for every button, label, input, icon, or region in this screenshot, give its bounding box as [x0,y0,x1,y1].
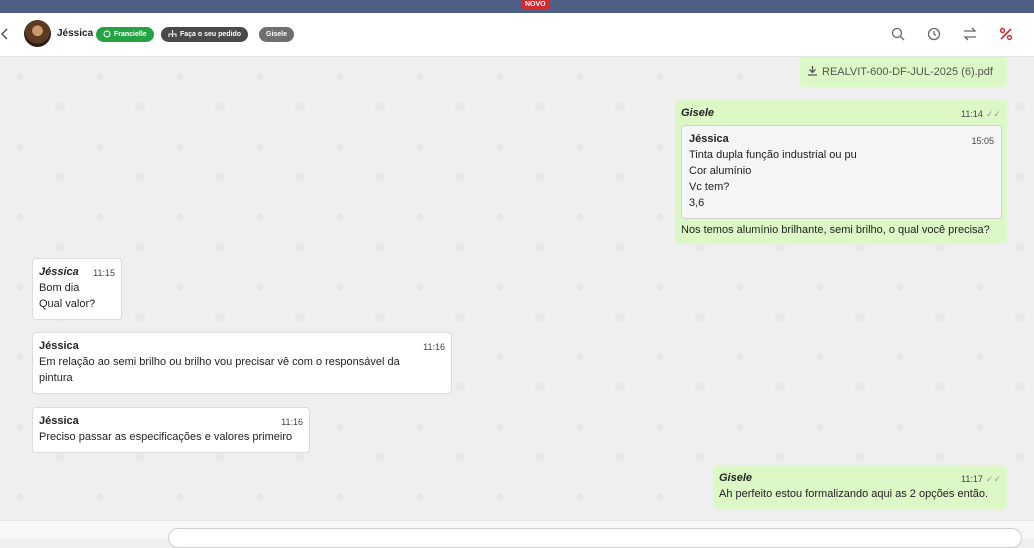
quoted-message[interactable]: Jéssica 15:05 Tinta dupla função industr… [681,125,1002,219]
message-sender: Jéssica [39,340,79,352]
message-text: Nos temos alumínio brilhante, semi brilh… [681,224,990,236]
message-time: 11:17 ✓✓ [961,474,1001,484]
message-sender: Gisele [681,107,715,119]
message-incoming[interactable]: Jéssica 11:16 Preciso passar as especifi… [32,407,310,453]
message-incoming[interactable]: Jéssica 11:16 Em relação ao semi brilho … [32,332,452,394]
double-check-icon: ✓✓ [985,474,1001,484]
pdf-attachment[interactable]: REALVIT-600-DF-JUL-2025 (6).pdf [800,57,1007,87]
tag-order[interactable]: Faça o seu pedido [161,27,249,42]
message-line: Em relação ao semi brilho ou brilho vou … [39,356,400,368]
tag-gisele[interactable]: Gisele [259,27,295,42]
quote-line: Cor alumínio [689,165,752,177]
quote-line: Tinta dupla função industrial ou pu [689,149,857,161]
message-incoming[interactable]: Jéssica 11:15 Bom dia Qual valor? [32,258,122,320]
transfer-icon[interactable] [962,26,978,42]
flow-icon [168,30,177,37]
message-line: pintura [39,372,73,384]
quote-sender: Jéssica [689,133,729,145]
percent-icon[interactable] [998,26,1014,42]
message-time: 11:14 ✓✓ [961,109,1001,119]
tag-label: Faça o seu pedido [180,31,242,38]
message-text: Ah perfeito estou formalizando aqui as 2… [719,488,989,500]
message-line: Preciso passar as especificações e valor… [39,431,293,443]
quote-line: Vc tem? [689,181,730,193]
message-sender: Jéssica [39,266,79,278]
message-line: Bom dia [39,282,80,294]
chat-area[interactable]: REALVIT-600-DF-JUL-2025 (6).pdf Gisele 1… [0,57,1034,520]
back-icon[interactable] [0,27,10,41]
attachment-filename: REALVIT-600-DF-JUL-2025 (6).pdf [822,66,993,78]
quote-time: 15:05 [971,136,994,146]
message-outgoing[interactable]: Gisele 11:14 ✓✓ Jéssica 15:05 Tinta dupla… [675,100,1007,244]
double-check-icon: ✓✓ [985,109,1001,119]
message-sender: Gisele [719,472,753,484]
message-outgoing[interactable]: Gisele 11:17 ✓✓ Ah perfeito estou formali… [713,465,1007,509]
contact-name[interactable]: Jéssica [57,28,93,39]
message-sender: Jéssica [39,415,79,427]
message-time: 11:15 [93,268,115,278]
top-banner [0,0,1034,13]
search-icon[interactable] [890,26,906,42]
tag-label: Francielle [114,31,147,38]
quote-line: 3,6 [689,197,705,209]
tag-label: Gisele [266,31,288,38]
whatsapp-icon [103,30,111,38]
message-time: 11:16 [281,417,303,427]
new-badge: NOVO [522,0,549,9]
message-time: 11:16 [423,342,445,352]
message-input[interactable] [168,528,1022,548]
avatar[interactable] [24,20,51,47]
chat-header: Jéssica Francielle Faça o seu pedido Gis… [0,13,1034,57]
download-icon [808,66,817,76]
tag-francielle[interactable]: Francielle [96,27,154,42]
history-icon[interactable] [926,26,942,42]
message-line: Qual valor? [39,298,96,310]
